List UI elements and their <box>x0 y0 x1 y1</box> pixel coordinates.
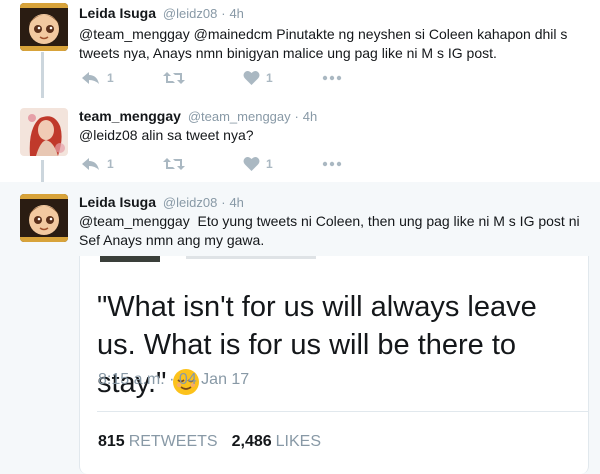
retweets-label: RETWEETS <box>128 433 218 450</box>
avatar[interactable] <box>20 108 68 156</box>
username[interactable]: @team_menggay <box>188 109 291 124</box>
retweet-icon <box>163 158 185 170</box>
tweet-header: team_menggay @team_menggay · 4h <box>79 108 317 124</box>
display-name[interactable]: Leida Isuga <box>79 5 156 21</box>
reply-icon <box>82 158 99 170</box>
tweet[interactable]: team_menggay @team_menggay · 4h @leidz08… <box>0 96 600 182</box>
reply-icon <box>82 72 99 84</box>
embedded-stats: 815 RETWEETS 2,486 LIKES <box>98 433 335 451</box>
divider <box>97 411 588 412</box>
separator-dot: · <box>221 6 226 21</box>
retweet-total: 815 <box>98 433 125 450</box>
like-total: 2,486 <box>231 433 272 450</box>
heart-icon <box>243 70 260 85</box>
tweet[interactable]: Leida Isuga @leidz08 · 4h @team_menggay … <box>0 0 600 96</box>
likes-label: LIKES <box>275 433 321 450</box>
embedded-timestamp: 8:15 a.m. · 04 Jan 17 <box>98 371 250 388</box>
tweet-text: @team_menggay Eto yung tweets ni Coleen,… <box>79 213 584 248</box>
more-button[interactable] <box>322 69 342 87</box>
timestamp[interactable]: 4h <box>303 109 317 124</box>
display-name[interactable]: team_menggay <box>79 108 181 124</box>
retweet-icon <box>163 72 185 84</box>
more-button[interactable] <box>322 155 342 173</box>
like-button[interactable]: 1 <box>243 155 273 173</box>
tweet-actions: 1 1 <box>81 155 381 175</box>
display-name[interactable]: Leida Isuga <box>79 194 156 210</box>
avatar[interactable] <box>20 194 68 242</box>
retweet-button[interactable] <box>163 69 185 87</box>
heart-icon <box>243 156 260 171</box>
reply-count: 1 <box>107 71 114 85</box>
separator-dot: · <box>294 109 299 124</box>
tweet-text: @team_menggay @mainedcm Pinutakte ng ney… <box>79 26 568 61</box>
tweet-header: Leida Isuga @leidz08 · 4h <box>79 5 244 21</box>
tweet-actions: 1 1 <box>81 69 381 89</box>
username[interactable]: @leidz08 <box>163 195 217 210</box>
reply-count: 1 <box>107 157 114 171</box>
avatar[interactable] <box>20 3 68 51</box>
timestamp[interactable]: 4h <box>229 6 243 21</box>
retweet-button[interactable] <box>163 155 185 173</box>
reply-button[interactable]: 1 <box>81 155 114 173</box>
like-count: 1 <box>266 157 273 171</box>
username[interactable]: @leidz08 <box>163 6 217 21</box>
more-icon <box>322 75 342 81</box>
cropped-avatar <box>100 256 160 262</box>
tweet-header: Leida Isuga @leidz08 · 4h <box>79 194 244 210</box>
like-count: 1 <box>266 71 273 85</box>
like-button[interactable]: 1 <box>243 69 273 87</box>
tweet-text: @leidz08 alin sa tweet nya? <box>79 127 254 143</box>
timestamp[interactable]: 4h <box>229 195 243 210</box>
separator-dot: · <box>221 195 226 210</box>
cropped-header <box>186 256 316 259</box>
reply-button[interactable]: 1 <box>81 69 114 87</box>
more-icon <box>322 161 342 167</box>
embedded-tweet-image[interactable]: "What isn't for us will always leave us.… <box>79 256 589 474</box>
